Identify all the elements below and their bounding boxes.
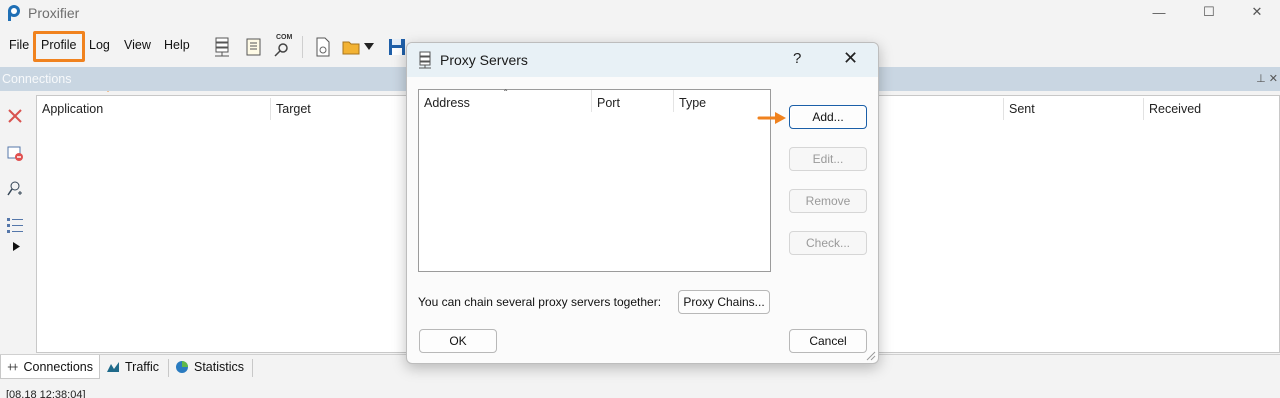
remove-button[interactable]: Remove	[789, 189, 867, 213]
column-type[interactable]: Type	[679, 96, 706, 110]
resize-grip-icon[interactable]	[864, 349, 876, 361]
window-titlebar: Proxifier — ☐ ✕	[0, 0, 1280, 26]
proxy-servers-icon[interactable]	[211, 36, 233, 58]
log-line: [08.18 12:38:04]	[6, 389, 86, 398]
proxification-rules-icon[interactable]	[243, 36, 265, 58]
dialog-titlebar: Proxy Servers ? ✕	[407, 43, 878, 77]
tab-statistics[interactable]: Statistics	[169, 355, 250, 379]
proxy-chains-button[interactable]: Proxy Chains...	[678, 290, 770, 314]
column-separator	[673, 90, 674, 112]
minimize-button[interactable]: —	[1136, 0, 1182, 24]
edit-button[interactable]: Edit...	[789, 147, 867, 171]
expand-arrow-icon[interactable]	[13, 242, 20, 251]
menu-view[interactable]: View	[124, 38, 151, 52]
proxy-servers-list[interactable]: Address ˆ Port Type	[418, 89, 771, 272]
menu-file[interactable]: File	[9, 38, 29, 52]
close-connection-icon[interactable]	[6, 107, 24, 125]
dialog-title: Proxy Servers	[440, 52, 528, 68]
proxifier-logo-icon	[8, 5, 20, 21]
check-button[interactable]: Check...	[789, 231, 867, 255]
menu-log[interactable]: Log	[89, 38, 110, 52]
menu-help[interactable]: Help	[164, 38, 190, 52]
dialog-close-button[interactable]: ✕	[843, 48, 858, 69]
column-sent[interactable]: Sent	[1009, 102, 1035, 116]
list-view-icon[interactable]	[6, 216, 24, 234]
tab-connections[interactable]: Connections	[0, 355, 100, 379]
traffic-icon	[107, 362, 119, 372]
open-profile-folder-icon[interactable]	[341, 36, 363, 58]
name-resolution-button[interactable]: COM	[273, 34, 295, 58]
column-separator	[1143, 98, 1144, 120]
pointer-arrow-icon	[757, 112, 786, 124]
window-title: Proxifier	[28, 5, 80, 21]
server-icon	[419, 51, 431, 69]
ok-button[interactable]: OK	[419, 329, 497, 353]
com-label: COM	[276, 34, 293, 41]
close-window-button[interactable]: ✕	[1234, 0, 1280, 24]
column-separator	[591, 90, 592, 112]
sort-ascending-icon: ˆ	[504, 89, 508, 100]
close-icon: ✕	[1251, 4, 1263, 19]
connections-header-title: Connections	[2, 72, 72, 86]
help-button[interactable]: ?	[793, 50, 801, 67]
maximize-icon: ☐	[1203, 4, 1215, 19]
kill-process-icon[interactable]	[6, 144, 24, 162]
connections-icon	[7, 363, 18, 370]
column-target[interactable]: Target	[276, 102, 311, 116]
chain-label: You can chain several proxy servers toge…	[418, 295, 662, 309]
column-address[interactable]: Address	[424, 96, 470, 110]
column-separator	[270, 98, 271, 120]
maximize-button[interactable]: ☐	[1186, 0, 1232, 24]
magnifier-icon	[274, 43, 288, 57]
column-separator	[1003, 98, 1004, 120]
chevron-down-icon[interactable]	[364, 43, 374, 51]
save-profile-icon[interactable]	[386, 36, 408, 58]
cancel-button[interactable]: Cancel	[789, 329, 867, 353]
minimize-icon: —	[1152, 4, 1166, 20]
new-profile-icon[interactable]	[312, 36, 334, 58]
column-port[interactable]: Port	[597, 96, 620, 110]
add-button[interactable]: Add...	[789, 105, 867, 129]
proxy-servers-dialog: Proxy Servers ? ✕ Address ˆ Port Type Ad…	[406, 42, 879, 364]
tab-statistics-label: Statistics	[194, 360, 245, 374]
tab-connections-label: Connections	[23, 359, 94, 374]
add-rule-icon[interactable]	[6, 180, 24, 198]
column-application[interactable]: Application	[42, 102, 103, 116]
tab-separator	[252, 359, 253, 377]
column-received[interactable]: Received	[1149, 102, 1201, 116]
toolbar-divider	[302, 36, 303, 58]
pin-icon[interactable]: ⊥ ✕	[1256, 72, 1278, 85]
tab-traffic[interactable]: Traffic	[100, 355, 165, 379]
profile-highlight	[33, 31, 85, 62]
statistics-pie-icon	[176, 361, 188, 373]
tab-traffic-label: Traffic	[125, 360, 160, 374]
